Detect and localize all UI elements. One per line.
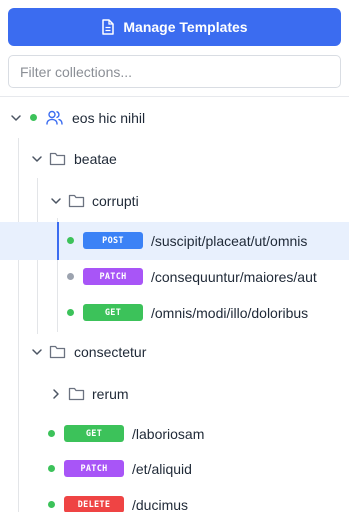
folder-icon	[68, 193, 85, 208]
status-dot	[48, 465, 55, 472]
filter-collections-input[interactable]	[8, 55, 341, 88]
folder-row-consectetur[interactable]: consectetur	[0, 333, 349, 371]
method-badge-delete: DELETE	[64, 496, 124, 512]
chevron-right-icon[interactable]	[50, 388, 62, 400]
request-path: /suscipit/placeat/ut/omnis	[151, 233, 308, 249]
folder-row-corrupti[interactable]: corrupti	[0, 182, 349, 220]
status-dot	[48, 430, 55, 437]
folder-row-beatae[interactable]: beatae	[0, 140, 349, 178]
request-row[interactable]: PATCH /et/aliquid	[0, 450, 349, 488]
collection-name: eos hic nihil	[72, 110, 146, 126]
document-icon	[102, 19, 115, 35]
method-badge-get: GET	[83, 304, 143, 321]
request-row[interactable]: DELETE /ducimus	[0, 486, 349, 512]
folder-name: beatae	[74, 151, 117, 167]
request-path: /consequuntur/maiores/aut	[151, 269, 317, 285]
method-badge-post: POST	[83, 232, 143, 249]
request-row[interactable]: GET /laboriosam	[0, 415, 349, 453]
users-icon	[46, 110, 63, 125]
folder-row-rerum[interactable]: rerum	[0, 375, 349, 413]
request-row[interactable]: PATCH /consequuntur/maiores/aut	[0, 258, 349, 296]
chevron-down-icon[interactable]	[31, 346, 43, 358]
selection-indicator	[57, 222, 59, 260]
chevron-down-icon[interactable]	[10, 112, 22, 124]
status-dot	[30, 114, 37, 121]
folder-icon	[49, 344, 66, 359]
request-path: /ducimus	[132, 497, 189, 512]
manage-templates-label: Manage Templates	[123, 19, 248, 35]
status-dot	[48, 501, 55, 508]
folder-name: rerum	[92, 386, 129, 402]
request-path: /laboriosam	[132, 426, 205, 442]
chevron-down-icon[interactable]	[50, 195, 62, 207]
collection-row[interactable]: eos hic nihil	[0, 99, 349, 137]
status-dot	[67, 237, 74, 244]
manage-templates-button[interactable]: Manage Templates	[8, 8, 341, 46]
request-row[interactable]: GET /omnis/modi/illo/doloribus	[0, 294, 349, 332]
request-row-selected[interactable]: POST /suscipit/placeat/ut/omnis	[0, 222, 349, 260]
status-dot	[67, 273, 74, 280]
request-path: /et/aliquid	[132, 461, 192, 477]
folder-name: consectetur	[74, 344, 147, 360]
folder-icon	[68, 386, 85, 401]
method-badge-patch: PATCH	[83, 268, 143, 285]
divider	[0, 96, 349, 97]
chevron-down-icon[interactable]	[31, 153, 43, 165]
folder-icon	[49, 151, 66, 166]
method-badge-get: GET	[64, 425, 124, 442]
request-path: /omnis/modi/illo/doloribus	[151, 305, 309, 321]
method-badge-patch: PATCH	[64, 460, 124, 477]
status-dot	[67, 309, 74, 316]
folder-name: corrupti	[92, 193, 139, 209]
